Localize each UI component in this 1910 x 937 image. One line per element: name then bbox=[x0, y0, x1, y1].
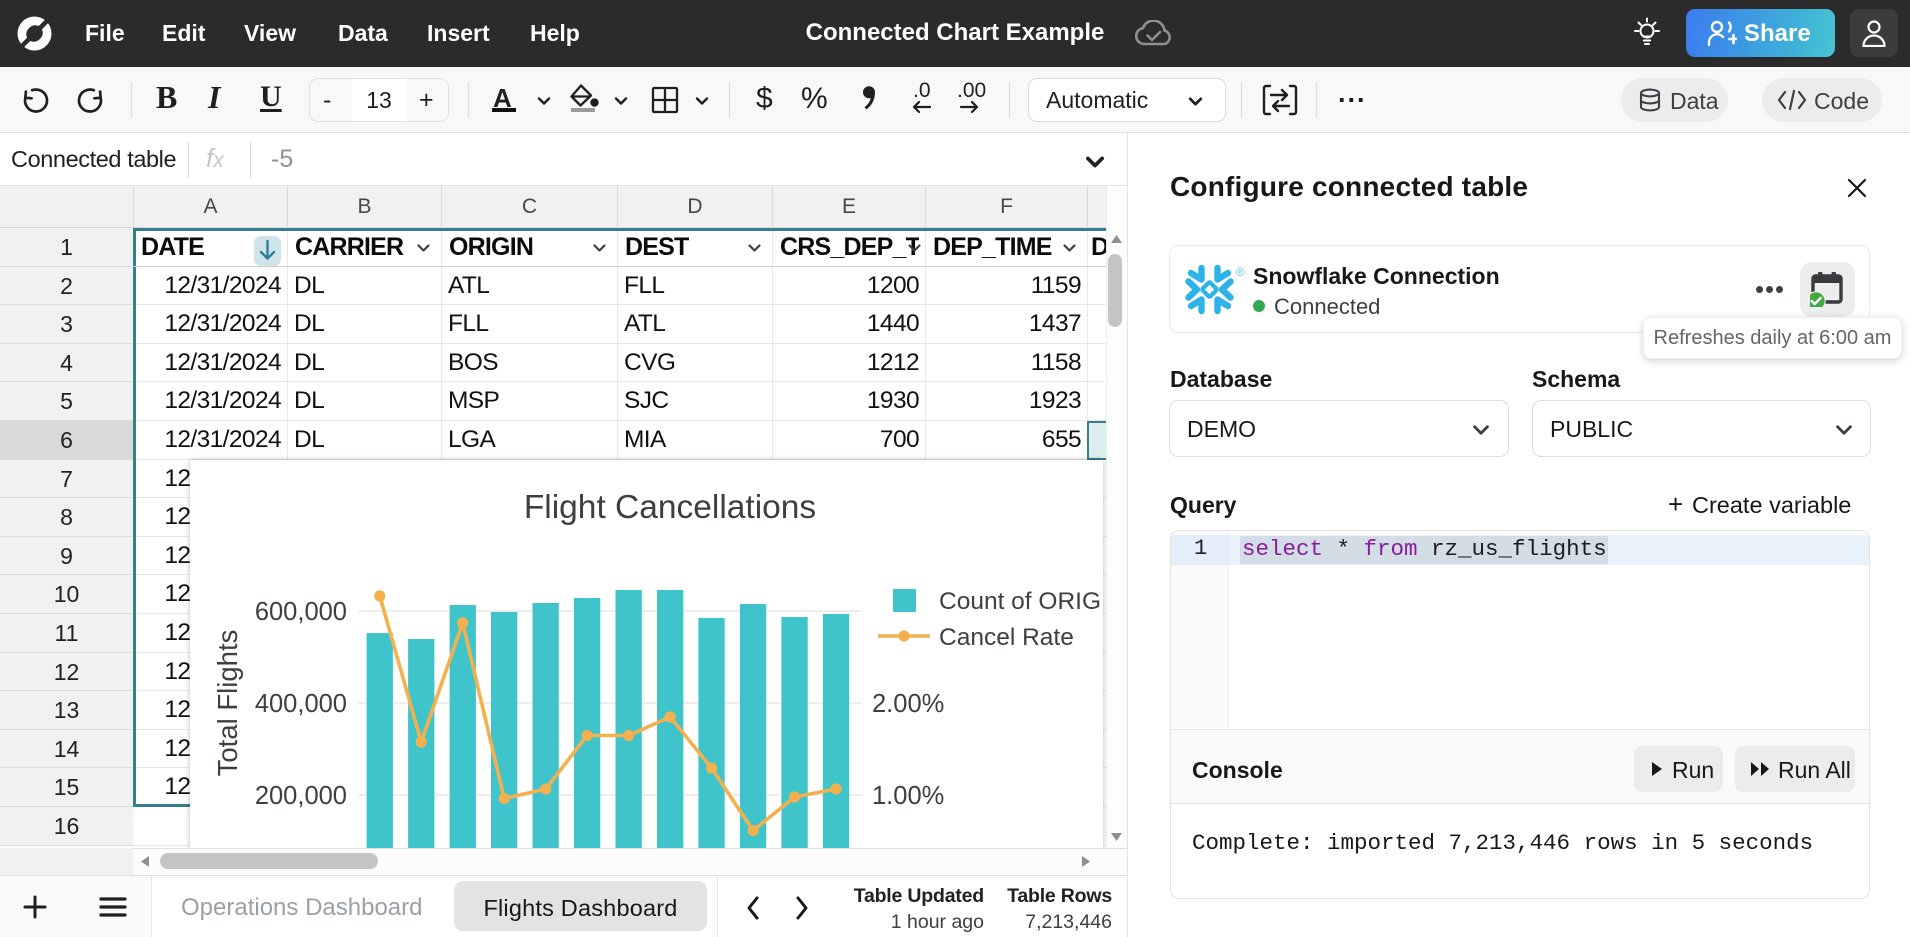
svg-text:Total Flights: Total Flights bbox=[212, 630, 243, 777]
svg-text:Cancel Rate: Cancel Rate bbox=[939, 624, 1074, 651]
svg-text:Count of ORIGI: Count of ORIGI bbox=[939, 588, 1103, 615]
svg-text:1.00%: 1.00% bbox=[872, 782, 944, 810]
svg-text:600,000: 600,000 bbox=[255, 598, 347, 626]
svg-text:400,000: 400,000 bbox=[255, 690, 347, 718]
svg-text:200,000: 200,000 bbox=[255, 782, 347, 810]
svg-text:2.00%: 2.00% bbox=[872, 690, 944, 718]
svg-text:Flight Cancellations: Flight Cancellations bbox=[524, 489, 816, 526]
